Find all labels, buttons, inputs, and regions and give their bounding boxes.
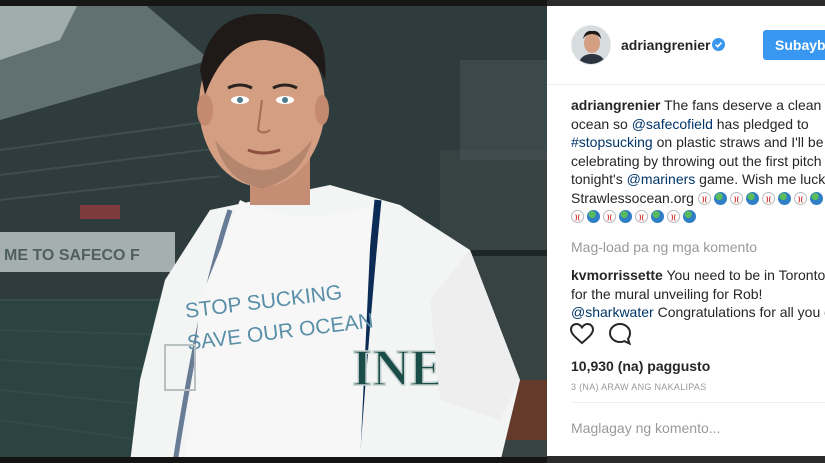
like-heart-icon[interactable] [569, 321, 595, 347]
comment-text-2: Congratulations for all you do [653, 304, 825, 320]
globe-icon [651, 210, 664, 223]
post-actions [569, 321, 769, 351]
post-side-panel: adriangrenier Subaybayan adriangrenier T… [547, 6, 825, 456]
caption-username[interactable]: adriangrenier [571, 97, 660, 113]
jersey-text: INE [352, 340, 444, 397]
globe-icon [587, 210, 600, 223]
post-timestamp[interactable]: 3 (NA) ARAW ANG NAKALIPAS [571, 382, 707, 392]
baseball-icon [635, 210, 648, 223]
post-header: adriangrenier Subaybayan [547, 6, 825, 85]
globe-icon [713, 191, 727, 205]
baseball-icon [667, 210, 680, 223]
mention-sharkwater[interactable]: @sharkwater [571, 304, 654, 320]
photo-illustration: ME TO SAFECO F STOP SUCKING SAVE OUR OCE… [0, 0, 547, 463]
likes-count[interactable]: 10,930 (na) paggusto [571, 358, 710, 374]
comments-section: adriangrenier The fans deserve a clean o… [571, 96, 825, 322]
globe-icon [809, 191, 823, 205]
load-more-comments[interactable]: Mag-load pa ng mga komento [571, 238, 825, 257]
mention-mariners[interactable]: @mariners [627, 171, 696, 187]
globe-icon [683, 210, 696, 223]
caption: adriangrenier The fans deserve a clean o… [571, 96, 825, 226]
globe-icon [619, 210, 632, 223]
verified-badge-icon [712, 38, 725, 51]
stadium-banner-text: ME TO SAFECO F [4, 247, 140, 264]
baseball-icon [729, 191, 743, 205]
hashtag-stopsucking[interactable]: #stopsucking [571, 134, 653, 150]
follow-button[interactable]: Subaybayan [763, 30, 825, 60]
baseball-icon [603, 210, 616, 223]
divider [571, 402, 825, 403]
comment-bubble-icon[interactable] [607, 321, 633, 347]
avatar[interactable] [571, 25, 611, 65]
add-comment-input[interactable] [571, 415, 811, 441]
photo-bottom-edge [0, 457, 547, 463]
post-username[interactable]: adriangrenier [621, 37, 710, 53]
baseball-icon [571, 210, 584, 223]
comment-username[interactable]: kvmorrissette [571, 267, 663, 283]
globe-icon [777, 191, 791, 205]
baseball-icon [761, 191, 775, 205]
comment: kvmorrissette You need to be in Toronto … [571, 266, 825, 322]
photo-top-edge [0, 0, 547, 6]
caption-text-2: has pledged to [712, 115, 809, 132]
avatar-image [572, 26, 610, 64]
baseball-icon [793, 191, 807, 205]
globe-icon [745, 191, 759, 205]
post-photo[interactable]: ME TO SAFECO F STOP SUCKING SAVE OUR OCE… [0, 0, 547, 463]
baseball-icon [697, 191, 711, 205]
mention-safecofield[interactable]: @safecofield [632, 116, 713, 132]
